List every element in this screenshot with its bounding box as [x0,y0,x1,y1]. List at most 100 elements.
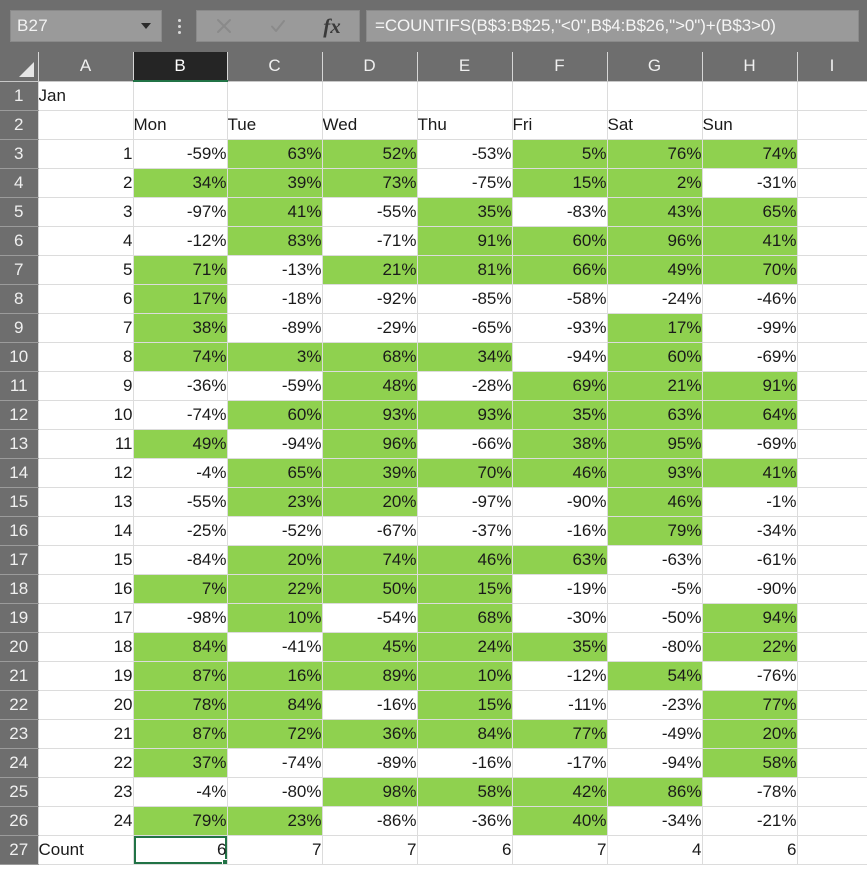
cell-empty[interactable] [133,81,228,111]
cell-d19[interactable]: -54% [322,603,418,633]
cell-g12[interactable]: 63% [607,400,703,430]
cell-g19[interactable]: -50% [607,603,703,633]
cell-g17[interactable]: -63% [607,545,703,575]
cell-e13[interactable]: -66% [417,429,513,459]
cell-a25[interactable]: 23 [38,777,134,807]
cell-e21[interactable]: 10% [417,661,513,691]
row-header-15[interactable]: 15 [0,487,39,517]
cell-i5[interactable] [797,197,867,227]
row-header-9[interactable]: 9 [0,313,39,343]
cell-d20[interactable]: 45% [322,632,418,662]
cell-h15[interactable]: -1% [702,487,798,517]
cancel-icon[interactable] [201,11,247,41]
cell-e8[interactable]: -85% [417,284,513,314]
cell-i18[interactable] [797,574,867,604]
row-header-25[interactable]: 25 [0,777,39,807]
cell-a14[interactable]: 12 [38,458,134,488]
column-header-c[interactable]: C [227,52,323,82]
cell-f11[interactable]: 69% [512,371,608,401]
cell-h8[interactable]: -46% [702,284,798,314]
cell-g6[interactable]: 96% [607,226,703,256]
cell-a1[interactable]: Jan [38,81,134,111]
cell-i2[interactable] [797,110,867,140]
cell-e17[interactable]: 46% [417,545,513,575]
cell-c4[interactable]: 39% [227,168,323,198]
cell-b27[interactable]: 6 [133,835,228,865]
cell-c13[interactable]: -94% [227,429,323,459]
cell-g14[interactable]: 93% [607,458,703,488]
cell-g4[interactable]: 2% [607,168,703,198]
cell-d4[interactable]: 73% [322,168,418,198]
cell-g16[interactable]: 79% [607,516,703,546]
cell-f15[interactable]: -90% [512,487,608,517]
row-header-10[interactable]: 10 [0,342,39,372]
cell-b23[interactable]: 87% [133,719,228,749]
cell-i27[interactable] [797,835,867,865]
cell-i12[interactable] [797,400,867,430]
row-header-14[interactable]: 14 [0,458,39,488]
cell-f19[interactable]: -30% [512,603,608,633]
cell-d24[interactable]: -89% [322,748,418,778]
cell-i14[interactable] [797,458,867,488]
cell-d3[interactable]: 52% [322,139,418,169]
cell-h25[interactable]: -78% [702,777,798,807]
row-header-26[interactable]: 26 [0,806,39,836]
cell-c8[interactable]: -18% [227,284,323,314]
cell-g15[interactable]: 46% [607,487,703,517]
cell-e15[interactable]: -97% [417,487,513,517]
cell-e20[interactable]: 24% [417,632,513,662]
cell-h23[interactable]: 20% [702,719,798,749]
cell-e24[interactable]: -16% [417,748,513,778]
cell-f9[interactable]: -93% [512,313,608,343]
cell-h14[interactable]: 41% [702,458,798,488]
column-header-g[interactable]: G [607,52,703,82]
cell-a19[interactable]: 17 [38,603,134,633]
cell-i24[interactable] [797,748,867,778]
cell-e4[interactable]: -75% [417,168,513,198]
cell-c12[interactable]: 60% [227,400,323,430]
cell-e27[interactable]: 6 [417,835,513,865]
cell-a26[interactable]: 24 [38,806,134,836]
cell-e9[interactable]: -65% [417,313,513,343]
cell-f4[interactable]: 15% [512,168,608,198]
cell-b18[interactable]: 7% [133,574,228,604]
cell-h13[interactable]: -69% [702,429,798,459]
cell-b20[interactable]: 84% [133,632,228,662]
cell-i11[interactable] [797,371,867,401]
cell-g24[interactable]: -94% [607,748,703,778]
cell-h19[interactable]: 94% [702,603,798,633]
cell-c11[interactable]: -59% [227,371,323,401]
check-icon[interactable] [255,11,301,41]
cell-g25[interactable]: 86% [607,777,703,807]
cell-f10[interactable]: -94% [512,342,608,372]
cell-h10[interactable]: -69% [702,342,798,372]
row-header-21[interactable]: 21 [0,661,39,691]
cell-h9[interactable]: -99% [702,313,798,343]
cell-i26[interactable] [797,806,867,836]
cell-g3[interactable]: 76% [607,139,703,169]
cell-f25[interactable]: 42% [512,777,608,807]
cell-empty[interactable] [607,81,703,111]
cell-g21[interactable]: 54% [607,661,703,691]
cell-d25[interactable]: 98% [322,777,418,807]
cell-f24[interactable]: -17% [512,748,608,778]
column-header-i[interactable]: I [797,52,867,82]
cell-b22[interactable]: 78% [133,690,228,720]
cell-d17[interactable]: 74% [322,545,418,575]
cell-g13[interactable]: 95% [607,429,703,459]
cell-d15[interactable]: 20% [322,487,418,517]
cell-d18[interactable]: 50% [322,574,418,604]
cell-b24[interactable]: 37% [133,748,228,778]
cell-a18[interactable]: 16 [38,574,134,604]
cell-f16[interactable]: -16% [512,516,608,546]
cell-a7[interactable]: 5 [38,255,134,285]
cell-i22[interactable] [797,690,867,720]
cell-f7[interactable]: 66% [512,255,608,285]
cell-a9[interactable]: 7 [38,313,134,343]
cell-b26[interactable]: 79% [133,806,228,836]
cell-h16[interactable]: -34% [702,516,798,546]
cell-e18[interactable]: 15% [417,574,513,604]
cell-h27[interactable]: 6 [702,835,798,865]
cell-d5[interactable]: -55% [322,197,418,227]
cell-a20[interactable]: 18 [38,632,134,662]
